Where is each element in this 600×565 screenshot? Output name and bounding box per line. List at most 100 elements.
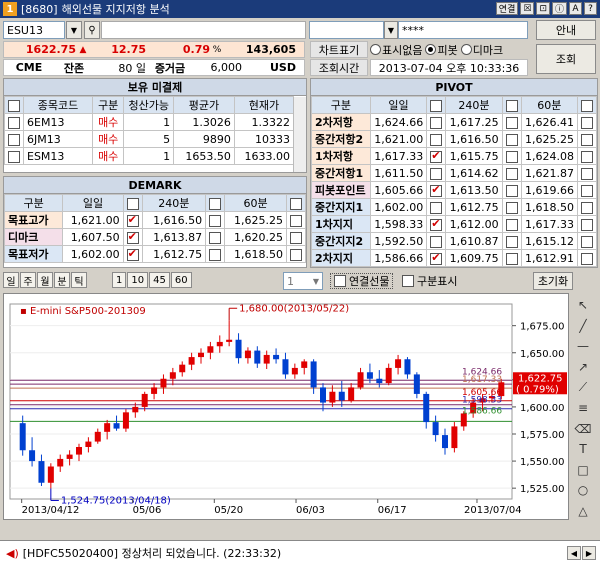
interval-button-2[interactable]: 45	[149, 272, 170, 288]
demark-level-checkbox[interactable]	[126, 213, 139, 227]
table-row[interactable]: 6JM13 매수 5 9890 10333	[4, 130, 295, 148]
ray-line-tool[interactable]: ↗	[573, 358, 593, 377]
pivot-level-checkbox[interactable]	[580, 133, 593, 146]
reset-button[interactable]: 초기화	[533, 272, 573, 290]
demark-level-checkbox[interactable]	[289, 231, 302, 244]
pivot-level-checkbox[interactable]	[580, 252, 593, 265]
triangle-tool[interactable]: △	[573, 501, 593, 520]
fibonacci-tool[interactable]: ≡	[573, 399, 593, 418]
guide-button[interactable]: 안내	[536, 20, 596, 40]
pivot-level-checkbox[interactable]	[430, 251, 443, 265]
price-chart[interactable]: 1,525.001,550.001,575.001,600.001,625.00…	[4, 294, 570, 521]
table-row[interactable]: 중간지지1 1,602.00 1,612.75 1,618.50	[311, 198, 598, 216]
demark-level-checkbox[interactable]	[126, 247, 139, 261]
chart-option-1[interactable]: 피봇	[425, 42, 458, 58]
holdings-scrollbar[interactable]	[293, 97, 306, 172]
interval-button-3[interactable]: 60	[170, 272, 192, 288]
eraser-tool[interactable]: ⌫	[573, 419, 593, 438]
pivot-level-checkbox[interactable]	[430, 167, 443, 180]
divider-checkbox[interactable]	[402, 275, 414, 287]
window-button-2[interactable]: ⊡	[536, 2, 550, 15]
demark-column-checkbox[interactable]	[289, 197, 302, 210]
pivot-level-checkbox[interactable]	[505, 252, 518, 265]
channel-tool[interactable]: ⟋	[573, 378, 593, 397]
trend-line-tool[interactable]: ╱	[573, 317, 593, 336]
period-button-1[interactable]: 주	[20, 272, 36, 288]
period-button-0[interactable]: 일	[3, 272, 19, 288]
pivot-column-checkbox[interactable]	[430, 99, 443, 112]
period-button-4[interactable]: 틱	[71, 272, 87, 288]
pivot-level-checkbox[interactable]	[580, 218, 593, 231]
table-row[interactable]: 피봇포인트 1,605.66 1,613.50 1,619.66	[311, 181, 598, 199]
pivot-level-checkbox[interactable]	[505, 133, 518, 146]
continuous-futures-toggle[interactable]: 연결선물	[330, 273, 394, 289]
ellipse-tool[interactable]: ○	[573, 481, 593, 500]
table-row[interactable]: 6EM13 매수 1 1.3026 1.3322	[4, 113, 295, 131]
table-row[interactable]: 중간지지2 1,592.50 1,610.87 1,615.12	[311, 232, 598, 250]
pivot-level-checkbox[interactable]	[430, 183, 443, 197]
table-row[interactable]: ESM13 매수 1 1653.50 1633.00	[4, 147, 295, 165]
radio-button[interactable]	[425, 44, 437, 55]
pivot-level-checkbox[interactable]	[430, 149, 443, 163]
password-input[interactable]: ****	[398, 21, 528, 39]
table-row[interactable]: 목표고가 1,621.00 1,616.50 1,625.25	[3, 211, 307, 229]
demark-level-checkbox[interactable]	[209, 231, 222, 244]
pivot-level-checkbox[interactable]	[505, 150, 518, 163]
demark-level-checkbox[interactable]	[289, 214, 302, 227]
window-button-4[interactable]: A	[569, 2, 582, 15]
continuous-checkbox[interactable]	[334, 275, 346, 287]
window-button-3[interactable]: ⓘ	[551, 2, 567, 15]
window-button-5[interactable]: ?	[584, 2, 597, 15]
pivot-column-checkbox[interactable]	[580, 99, 593, 112]
period-button-3[interactable]: 분	[54, 272, 70, 288]
account-dropdown-button[interactable]: ▼	[384, 21, 398, 39]
pivot-level-checkbox[interactable]	[505, 184, 518, 197]
row-checkbox[interactable]	[8, 116, 20, 129]
pivot-level-checkbox[interactable]	[580, 167, 593, 180]
row-checkbox[interactable]	[8, 150, 20, 163]
symbol-dropdown-button[interactable]: ▼	[66, 21, 82, 39]
symbol-input[interactable]: ESU13	[3, 21, 65, 39]
chart-option-0[interactable]: 표시없음	[370, 42, 422, 58]
pivot-level-checkbox[interactable]	[580, 116, 593, 129]
status-prev-button[interactable]: ◀	[567, 546, 581, 560]
interval-button-1[interactable]: 10	[127, 272, 149, 288]
demark-level-checkbox[interactable]	[209, 248, 222, 261]
pivot-level-checkbox[interactable]	[580, 184, 593, 197]
horizontal-line-tool[interactable]: —	[573, 337, 593, 356]
pivot-level-checkbox[interactable]	[580, 235, 593, 248]
table-row[interactable]: 2차저항 1,624.66 1,617.25 1,626.41	[311, 113, 598, 131]
demark-level-checkbox[interactable]	[289, 248, 302, 261]
interval-spinner[interactable]: 1 ▼	[283, 272, 323, 290]
demark-column-checkbox[interactable]	[126, 197, 139, 210]
rectangle-tool[interactable]: □	[573, 460, 593, 479]
divider-toggle[interactable]: 구분표시	[402, 273, 457, 289]
window-button-0[interactable]: 연결	[495, 2, 519, 15]
row-checkbox[interactable]	[8, 133, 20, 146]
pivot-level-checkbox[interactable]	[430, 133, 443, 146]
pivot-level-checkbox[interactable]	[505, 218, 518, 231]
pivot-level-checkbox[interactable]	[505, 167, 518, 180]
radio-button[interactable]	[370, 44, 381, 55]
demark-level-checkbox[interactable]	[209, 214, 222, 227]
radio-button[interactable]	[460, 44, 472, 55]
interval-button-0[interactable]: 1	[112, 272, 127, 288]
table-row[interactable]: 디마크 1,607.50 1,613.87 1,620.25	[3, 228, 307, 246]
chart-option-2[interactable]: 디마크	[460, 42, 503, 58]
symbol-search-button[interactable]: ⚲	[84, 21, 100, 39]
pivot-level-checkbox[interactable]	[430, 217, 443, 231]
pivot-level-checkbox[interactable]	[505, 235, 518, 248]
cursor-tool[interactable]: ↖	[573, 296, 593, 315]
demark-level-checkbox[interactable]	[126, 230, 139, 244]
pivot-level-checkbox[interactable]	[430, 201, 443, 214]
table-row[interactable]: 1차지지 1,598.33 1,612.00 1,617.33	[311, 215, 598, 233]
pivot-level-checkbox[interactable]	[505, 116, 518, 129]
window-button-1[interactable]: ☒	[520, 2, 535, 15]
table-row[interactable]: 목표저가 1,602.00 1,612.75 1,618.50	[3, 245, 307, 263]
account-input[interactable]	[309, 21, 384, 39]
select-all-checkbox[interactable]	[8, 99, 20, 112]
demark-column-checkbox[interactable]	[209, 197, 222, 210]
table-row[interactable]: 2차지지 1,586.66 1,609.75 1,612.91	[311, 249, 598, 267]
table-row[interactable]: 중간저항2 1,621.00 1,616.50 1,625.25	[311, 130, 598, 148]
pivot-level-checkbox[interactable]	[580, 150, 593, 163]
